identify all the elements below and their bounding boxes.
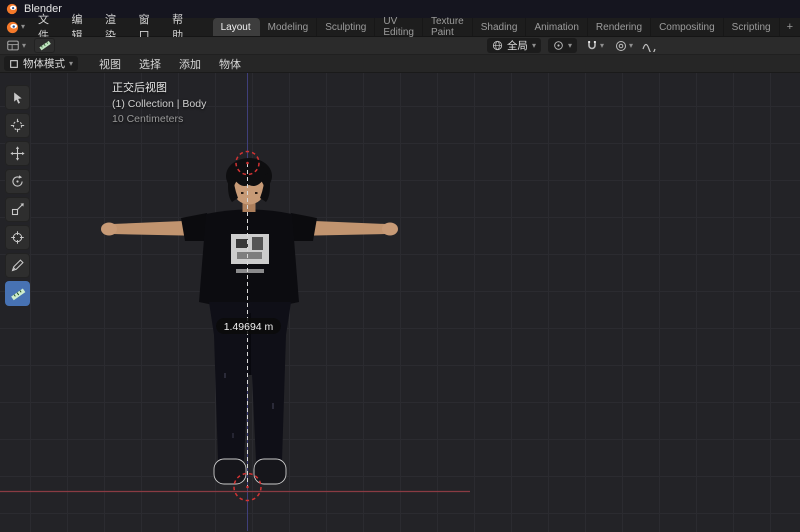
tool-annotate-button[interactable] bbox=[5, 253, 30, 278]
measure-label: 1.49694 m bbox=[216, 318, 281, 334]
tab-uv-editing[interactable]: UV Editing bbox=[375, 18, 423, 36]
left-eye bbox=[241, 192, 244, 194]
measure-endpoint-bottom-dot bbox=[246, 486, 249, 489]
blender-logo-icon bbox=[6, 3, 18, 15]
move-icon bbox=[10, 146, 25, 161]
menu-window[interactable]: 窗口 bbox=[132, 18, 166, 36]
workspace-tabs: Layout Modeling Sculpting UV Editing Tex… bbox=[213, 18, 800, 36]
annotate-pen-icon bbox=[10, 258, 25, 273]
pivot-point-icon bbox=[553, 40, 564, 51]
select-cursor-icon bbox=[10, 90, 25, 105]
tool-scale-button[interactable] bbox=[5, 197, 30, 222]
chevron-down-icon: ▾ bbox=[69, 60, 73, 68]
tab-texture-paint[interactable]: Texture Paint bbox=[423, 18, 473, 36]
topbar: ▾ 文件 编辑 渲染 窗口 帮助 Layout Modeling Sculpti… bbox=[0, 18, 800, 37]
chevron-down-icon: ▾ bbox=[600, 42, 604, 50]
transform-icon bbox=[10, 230, 25, 245]
tool-move-button[interactable] bbox=[5, 141, 30, 166]
orientation-globe-icon bbox=[492, 40, 503, 51]
tool-rotate-button[interactable] bbox=[5, 169, 30, 194]
measure-value: 1.49694 m bbox=[224, 321, 274, 333]
tab-rendering[interactable]: Rendering bbox=[588, 18, 651, 36]
scale-icon bbox=[10, 202, 25, 217]
magnet-icon bbox=[586, 40, 598, 52]
denim-highlight bbox=[232, 433, 234, 438]
blender-window: Blender ▾ 文件 编辑 渲染 窗口 帮助 Layout Modeling… bbox=[0, 0, 800, 532]
right-hand bbox=[382, 223, 398, 236]
menu-select[interactable]: 选择 bbox=[132, 56, 168, 72]
measure-icon bbox=[38, 39, 52, 52]
proportional-editing-icon bbox=[615, 40, 627, 52]
left-hand bbox=[101, 223, 117, 236]
tool-transform-button[interactable] bbox=[5, 225, 30, 250]
menu-object[interactable]: 物体 bbox=[212, 56, 248, 72]
viewport-header-row1: ▾ 全局 ▾ bbox=[0, 37, 800, 55]
menu-edit[interactable]: 编辑 bbox=[65, 18, 99, 36]
tab-layout[interactable]: Layout bbox=[213, 18, 260, 36]
scene-canvas[interactable]: 1.49694 m bbox=[0, 73, 800, 531]
object-mode-icon bbox=[9, 59, 19, 69]
right-shoe bbox=[254, 459, 286, 484]
blender-logo-icon bbox=[6, 21, 19, 34]
viewport-header-row2: 物体模式 ▾ 视图 选择 添加 物体 bbox=[0, 55, 800, 73]
transform-orientation-dropdown[interactable]: 全局 ▾ bbox=[487, 38, 541, 53]
mode-label: 物体模式 bbox=[23, 56, 65, 71]
menu-render[interactable]: 渲染 bbox=[98, 18, 132, 36]
tool-measure-button[interactable] bbox=[5, 281, 30, 306]
cursor-3d-icon bbox=[10, 118, 25, 133]
chevron-down-icon: ▾ bbox=[22, 42, 26, 50]
proportional-editing-button[interactable]: ▾ bbox=[613, 40, 635, 52]
viewport-3d[interactable]: 1.49694 m 正交后视图 (1) Collection | Body 10… bbox=[0, 73, 800, 532]
chevron-down-icon: ▾ bbox=[629, 42, 633, 50]
tool-cursor-button[interactable] bbox=[5, 113, 30, 138]
add-workspace-button[interactable]: + bbox=[780, 18, 800, 36]
menu-view[interactable]: 视图 bbox=[92, 56, 128, 72]
chevron-down-icon: ▾ bbox=[532, 42, 536, 50]
tab-scripting[interactable]: Scripting bbox=[724, 18, 780, 36]
chevron-down-icon: ▾ bbox=[21, 23, 25, 31]
active-tool-measure-button[interactable] bbox=[34, 38, 55, 53]
denim-highlight bbox=[272, 403, 274, 409]
blender-menu-button[interactable]: ▾ bbox=[0, 18, 31, 36]
tab-sculpting[interactable]: Sculpting bbox=[317, 18, 375, 36]
mode-dropdown[interactable]: 物体模式 ▾ bbox=[4, 56, 78, 71]
pivot-point-dropdown[interactable]: ▾ bbox=[548, 38, 577, 53]
left-shoe bbox=[214, 459, 246, 484]
denim-highlight bbox=[224, 373, 226, 378]
tab-compositing[interactable]: Compositing bbox=[651, 18, 724, 36]
editor-type-icon bbox=[6, 39, 20, 52]
menu-file[interactable]: 文件 bbox=[31, 18, 65, 36]
tab-animation[interactable]: Animation bbox=[526, 18, 587, 36]
menu-help[interactable]: 帮助 bbox=[165, 18, 199, 36]
rotate-icon bbox=[10, 174, 25, 189]
measure-icon bbox=[10, 286, 26, 302]
snap-toggle-button[interactable]: ▾ bbox=[584, 40, 606, 52]
tab-modeling[interactable]: Modeling bbox=[260, 18, 318, 36]
viewport-header-controls: 全局 ▾ ▾ ▾ bbox=[487, 38, 656, 53]
toolbar bbox=[5, 85, 30, 306]
tool-select-box-button[interactable] bbox=[5, 85, 30, 110]
chevron-down-icon: ▾ bbox=[568, 42, 572, 50]
orientation-label: 全局 bbox=[507, 38, 528, 53]
menu-add[interactable]: 添加 bbox=[172, 56, 208, 72]
right-eye bbox=[255, 192, 258, 194]
measure-endpoint-top-dot bbox=[246, 162, 249, 165]
falloff-curve-icon[interactable] bbox=[642, 40, 656, 52]
tab-shading[interactable]: Shading bbox=[473, 18, 527, 36]
editor-type-button[interactable]: ▾ bbox=[4, 39, 28, 52]
